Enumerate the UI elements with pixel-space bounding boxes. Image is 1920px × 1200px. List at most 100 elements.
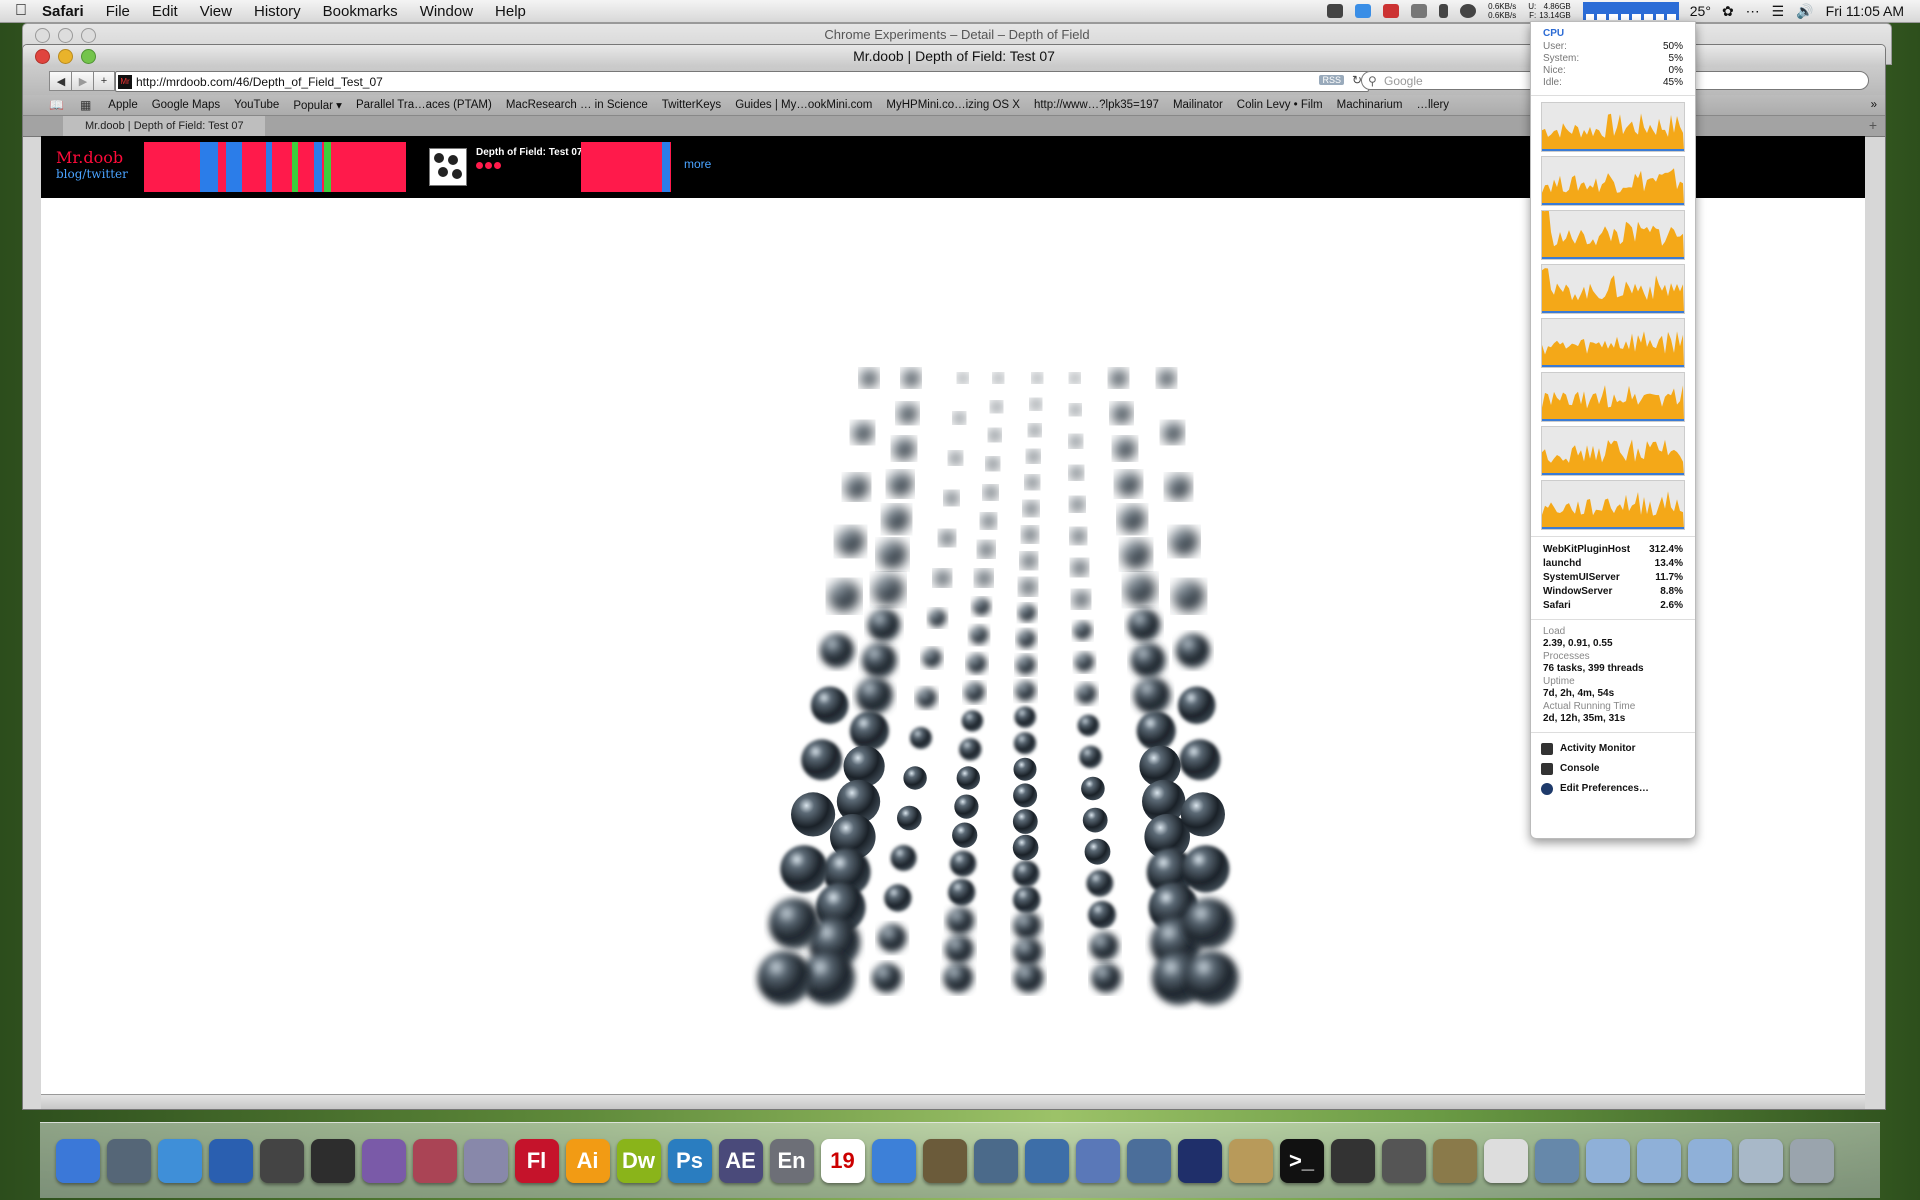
documents-folder-icon[interactable]	[1687, 1138, 1732, 1183]
truck-icon[interactable]	[1432, 1138, 1477, 1183]
site-logo[interactable]: Mr.doob blog/twitter	[56, 150, 128, 182]
itunes-icon[interactable]	[871, 1138, 916, 1183]
globe-icon[interactable]	[208, 1138, 253, 1183]
minimize-button[interactable]	[58, 49, 73, 64]
unity-icon[interactable]	[1330, 1138, 1375, 1183]
console-item[interactable]: Console	[1531, 759, 1695, 779]
bookmark-link[interactable]: http://www…?lpk35=197	[1027, 99, 1166, 111]
bookmark-macresearch[interactable]: MacResearch … in Science	[499, 99, 655, 111]
rss-button[interactable]: RSS	[1319, 75, 1344, 85]
flash-icon[interactable]: Fl	[514, 1138, 559, 1183]
builder-icon[interactable]	[1228, 1138, 1273, 1183]
applications-folder-icon[interactable]	[1585, 1138, 1630, 1183]
minimize-button[interactable]	[58, 28, 73, 43]
close-button[interactable]	[35, 28, 50, 43]
add-bookmark-button[interactable]: +	[93, 71, 115, 91]
iphoto-icon[interactable]	[973, 1138, 1018, 1183]
temperature[interactable]: 25°	[1690, 3, 1711, 19]
illustrator-icon[interactable]: Ai	[565, 1138, 610, 1183]
encore-icon[interactable]: En	[769, 1138, 814, 1183]
bookmark-myhpmini[interactable]: MyHPMini.co…izing OS X	[879, 99, 1027, 111]
clapper-icon[interactable]	[259, 1138, 304, 1183]
bookmark-colin-levy[interactable]: Colin Levy • Film	[1230, 99, 1330, 111]
tab-depth-of-field[interactable]: Mr.doob | Depth of Field: Test 07	[63, 116, 265, 136]
fan-icon[interactable]: ✿	[1722, 3, 1734, 20]
url-text[interactable]: http://mrdoob.com/46/Depth_of_Field_Test…	[136, 75, 383, 89]
textedit-icon[interactable]	[1483, 1138, 1528, 1183]
iphone-icon[interactable]	[1439, 4, 1449, 18]
zoom-button[interactable]	[81, 49, 96, 64]
experiments-strip-left[interactable]	[144, 142, 406, 192]
menu-file[interactable]: File	[95, 3, 141, 20]
bookmark-guides[interactable]: Guides | My…ookMini.com	[728, 99, 879, 111]
time-machine-status-icon[interactable]	[1460, 4, 1477, 18]
address-bar[interactable]: Mr http://mrdoob.com/46/Depth_of_Field_T…	[115, 71, 1369, 92]
terminal-icon[interactable]: >_	[1279, 1138, 1324, 1183]
xcode-icon[interactable]	[1024, 1138, 1069, 1183]
disc-icon[interactable]	[361, 1138, 406, 1183]
zoom-button[interactable]	[81, 28, 96, 43]
dreamweaver-icon[interactable]: Dw	[616, 1138, 661, 1183]
trash-icon[interactable]	[1789, 1138, 1834, 1183]
experiments-strip-right[interactable]	[581, 142, 671, 192]
bookmarks-overflow-icon[interactable]: »	[1871, 99, 1877, 111]
bookmark-google-maps[interactable]: Google Maps	[145, 99, 227, 111]
disk-stats[interactable]: U: F: 4.86GB 13.14GB	[1528, 2, 1571, 20]
bookmark-youtube[interactable]: YouTube	[227, 99, 286, 111]
instruments-icon[interactable]	[1177, 1138, 1222, 1183]
menu-bookmarks[interactable]: Bookmarks	[312, 3, 409, 20]
bookmark-gallery[interactable]: …llery	[1409, 99, 1456, 111]
cpu-meter[interactable]	[1582, 2, 1679, 20]
back-button[interactable]: ◀	[49, 71, 73, 91]
simulator-icon[interactable]	[1126, 1138, 1171, 1183]
bookmark-ptam[interactable]: Parallel Tra…aces (PTAM)	[349, 99, 499, 111]
app-menu[interactable]: Safari	[42, 3, 95, 20]
unity-iphone-icon[interactable]	[1381, 1138, 1426, 1183]
safari-icon[interactable]	[157, 1138, 202, 1183]
more-status-icon[interactable]: ⋯	[1746, 3, 1760, 20]
forward-button[interactable]: ▶	[71, 71, 95, 91]
network-stats[interactable]: 0.6KB/s 0.6KB/s	[1488, 2, 1516, 20]
quicksilver-icon[interactable]	[1411, 4, 1428, 18]
dropbox-icon[interactable]	[1355, 4, 1372, 18]
blueprint-icon[interactable]	[1075, 1138, 1120, 1183]
colors-icon[interactable]	[412, 1138, 457, 1183]
menu-window[interactable]: Window	[409, 3, 484, 20]
top-sites-grid-icon[interactable]: ▦	[74, 98, 101, 112]
photoshop-icon[interactable]: Ps	[667, 1138, 712, 1183]
wifi-icon[interactable]: ☰	[1772, 3, 1785, 20]
logo-links[interactable]: blog/twitter	[56, 166, 128, 182]
bookmark-twitterkeys[interactable]: TwitterKeys	[655, 99, 728, 111]
menu-history[interactable]: History	[243, 3, 312, 20]
time-machine-icon[interactable]	[106, 1138, 151, 1183]
new-tab-button[interactable]: +	[1869, 117, 1877, 133]
growl-icon[interactable]	[1383, 4, 1400, 18]
bookmark-apple[interactable]: Apple	[101, 99, 144, 111]
demo-thumbnail[interactable]	[429, 148, 467, 186]
bookmark-popular[interactable]: Popular ▾	[286, 98, 349, 112]
bookmark-machinarium[interactable]: Machinarium	[1330, 99, 1410, 111]
finder-icon[interactable]	[55, 1138, 100, 1183]
stack-icon[interactable]	[1738, 1138, 1783, 1183]
bookmarks-book-icon[interactable]: 📖	[43, 98, 74, 112]
window-switch-icon[interactable]	[1327, 4, 1344, 18]
clock[interactable]: Fri 11:05 AM	[1826, 3, 1904, 19]
logo-name[interactable]: Mr.doob	[56, 150, 128, 166]
dvd-icon[interactable]	[463, 1138, 508, 1183]
iphoto-share-icon[interactable]	[1534, 1138, 1579, 1183]
bookmark-mailinator[interactable]: Mailinator	[1166, 99, 1230, 111]
calendar-icon[interactable]: 19	[820, 1138, 865, 1183]
preview-icon[interactable]	[922, 1138, 967, 1183]
menu-edit[interactable]: Edit	[141, 3, 189, 20]
volume-icon[interactable]: 🔊	[1796, 3, 1813, 20]
edit-preferences-item[interactable]: Edit Preferences…	[1531, 779, 1695, 799]
apple-menu-icon[interactable]: 	[0, 2, 42, 20]
downloads-folder-icon[interactable]	[1636, 1138, 1681, 1183]
film-icon[interactable]	[310, 1138, 355, 1183]
more-link[interactable]: more	[684, 157, 711, 171]
activity-monitor-item[interactable]: Activity Monitor	[1531, 739, 1695, 759]
after-effects-icon[interactable]: AE	[718, 1138, 763, 1183]
close-button[interactable]	[35, 49, 50, 64]
menu-help[interactable]: Help	[484, 3, 537, 20]
menu-view[interactable]: View	[189, 3, 243, 20]
